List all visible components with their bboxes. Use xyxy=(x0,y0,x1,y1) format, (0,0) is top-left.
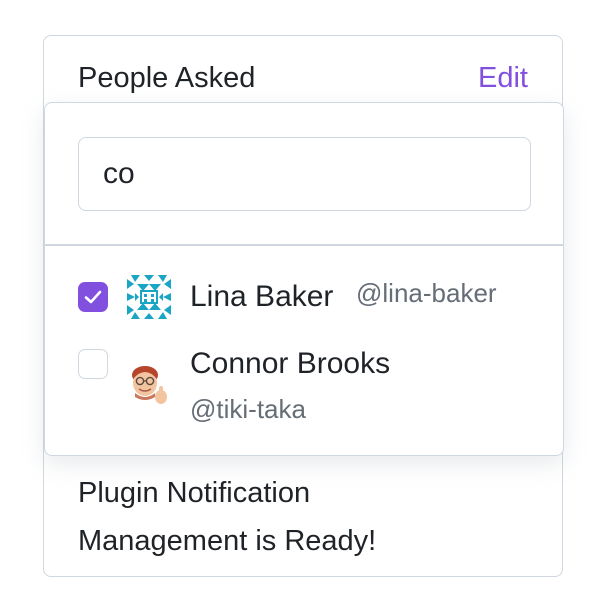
body-line-1: Plugin Notification xyxy=(78,477,311,509)
user-name: Lina Baker xyxy=(190,280,334,313)
divider xyxy=(45,244,563,246)
user-option-connor-brooks[interactable]: Connor Brooks @tiki-taka xyxy=(45,335,563,435)
memoji-avatar xyxy=(132,366,167,404)
edit-link[interactable]: Edit xyxy=(478,60,528,96)
card-body-text: Plugin Notification Management is Ready! xyxy=(78,469,538,565)
checkmark-icon xyxy=(84,290,102,304)
user-option-lina-baker[interactable]: Lina Baker @lina-baker xyxy=(45,263,563,333)
body-line-2: Management is Ready! xyxy=(78,525,377,557)
user-handle: @lina-baker xyxy=(356,278,497,308)
people-picker-popover: Lina Baker @lina-baker Connor Brooks @ti… xyxy=(44,102,564,456)
search-input[interactable] xyxy=(78,137,531,211)
user-checkbox[interactable] xyxy=(78,282,108,312)
user-name: Connor Brooks xyxy=(190,347,391,380)
card-title: People Asked xyxy=(78,62,256,94)
user-checkbox[interactable] xyxy=(78,349,108,379)
user-handle: @tiki-taka xyxy=(190,394,306,424)
identicon-avatar xyxy=(127,275,171,319)
